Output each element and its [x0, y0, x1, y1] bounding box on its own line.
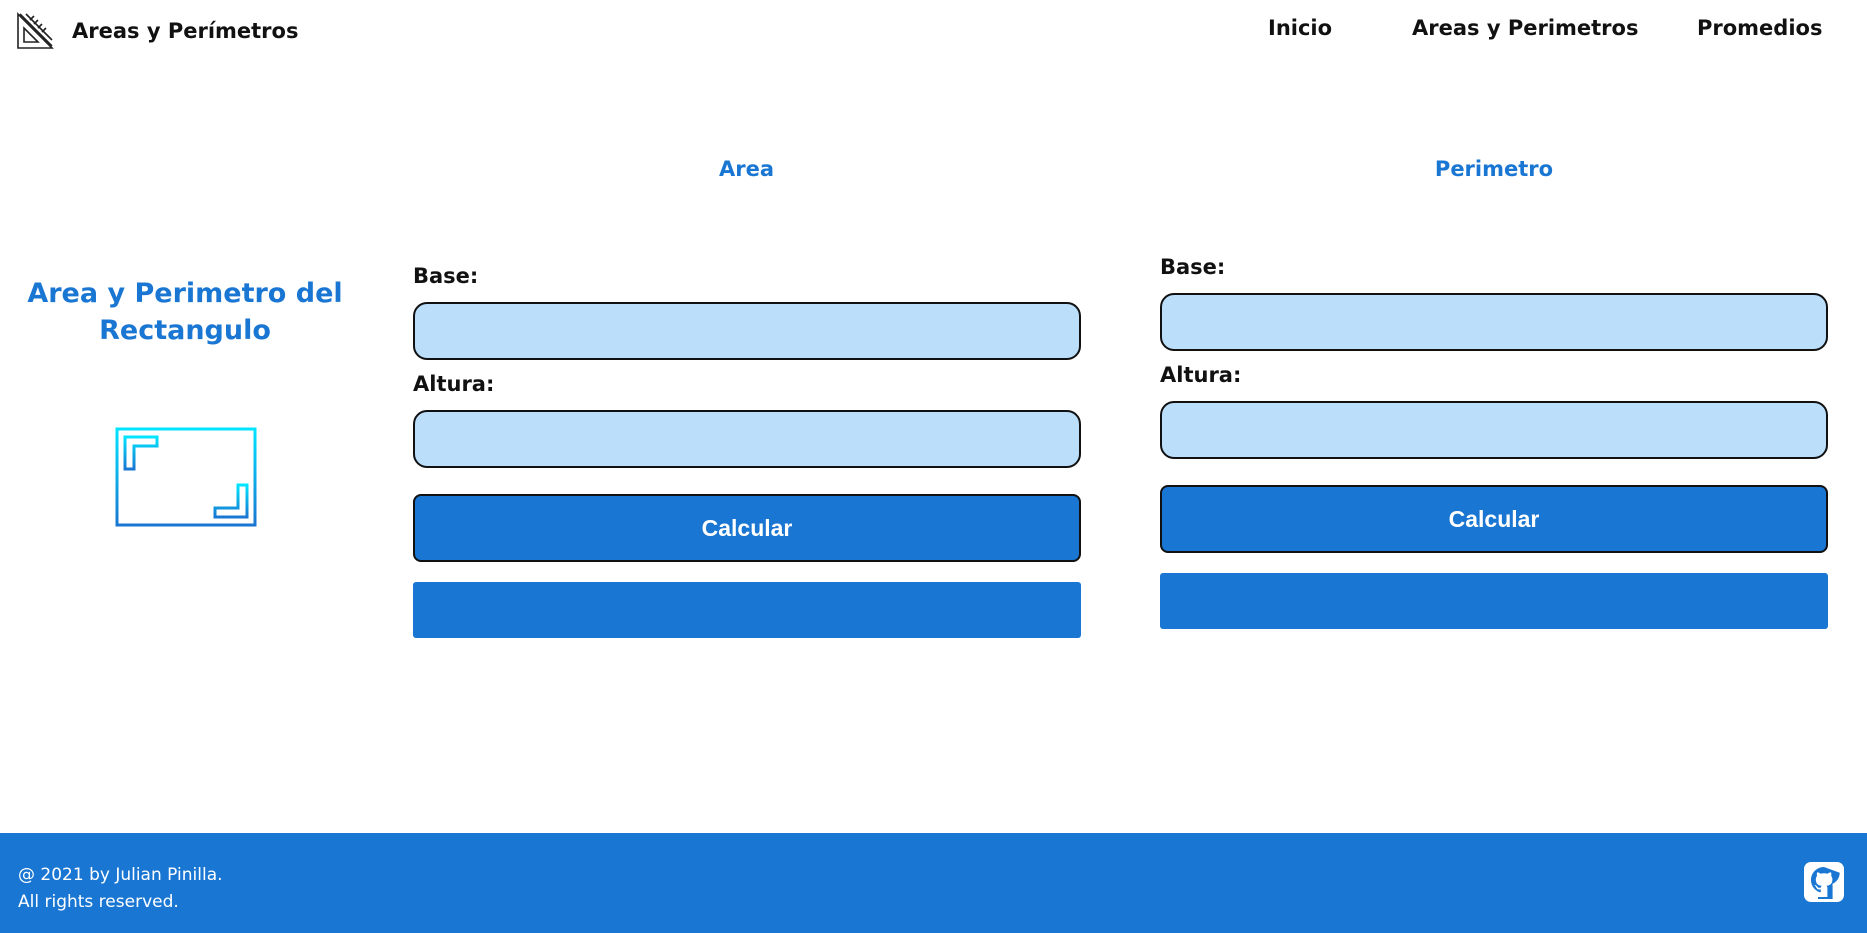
nav-link-areas-perimetros[interactable]: Areas y Perimetros [1412, 16, 1638, 40]
nav-link-inicio[interactable]: Inicio [1268, 16, 1332, 40]
perimeter-form: Base: Altura: Calcular [1160, 253, 1828, 629]
nav-link-promedios[interactable]: Promedios [1697, 16, 1822, 40]
area-base-label: Base: [413, 264, 479, 288]
footer: @ 2021 by Julian Pinilla. All rights res… [0, 833, 1867, 933]
perimeter-calculate-button[interactable]: Calcular [1160, 485, 1828, 553]
main-nav: Inicio Areas y Perimetros Promedios [0, 16, 1867, 46]
footer-line-1: @ 2021 by Julian Pinilla. [18, 865, 223, 885]
area-base-input[interactable] [413, 302, 1081, 360]
footer-copyright: @ 2021 by Julian Pinilla. All rights res… [18, 862, 223, 916]
perimeter-base-input[interactable] [1160, 293, 1828, 351]
area-result [413, 582, 1081, 638]
perimeter-height-label: Altura: [1160, 363, 1242, 387]
github-icon[interactable] [1803, 861, 1845, 903]
footer-line-2: All rights reserved. [18, 892, 179, 912]
perimeter-result [1160, 573, 1828, 629]
area-title: Area [718, 157, 775, 181]
shape-title: Area y Perimetro del Rectangulo [27, 278, 343, 346]
area-form: Base: Altura: Calcular [413, 262, 1081, 638]
perimeter-height-input[interactable] [1160, 401, 1828, 459]
area-height-input[interactable] [413, 410, 1081, 468]
perimeter-base-label: Base: [1160, 255, 1226, 279]
area-calculate-button[interactable]: Calcular [413, 494, 1081, 562]
header: Areas y Perímetros Inicio Areas y Perime… [0, 0, 1867, 60]
perimeter-title: Perimetro [1434, 157, 1554, 181]
area-height-label: Altura: [413, 372, 495, 396]
rectangle-icon [115, 427, 257, 527]
